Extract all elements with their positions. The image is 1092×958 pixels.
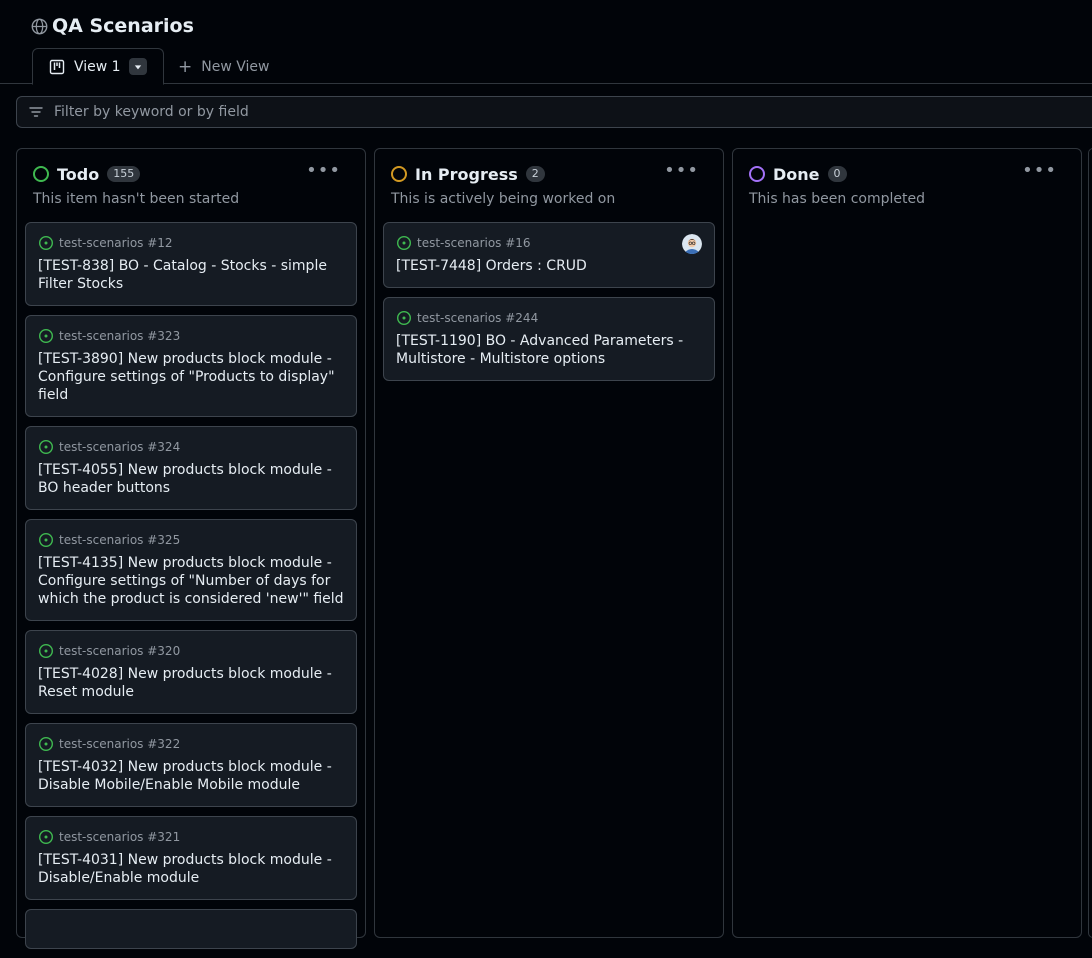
- issue-open-icon: [38, 532, 54, 548]
- card-title[interactable]: [TEST-4135] New products block module - …: [38, 554, 344, 608]
- card-title[interactable]: [TEST-4028] New products block module - …: [38, 665, 344, 701]
- issue-open-icon: [38, 736, 54, 752]
- card-list: test-scenarios #12 [TEST-838] BO - Catal…: [25, 222, 357, 958]
- issue-open-icon: [38, 328, 54, 344]
- issue-card[interactable]: test-scenarios #324 [TEST-4055] New prod…: [25, 426, 357, 510]
- issue-card[interactable]: test-scenarios #320 [TEST-4028] New prod…: [25, 630, 357, 714]
- assignee-avatar[interactable]: [682, 234, 702, 254]
- issue-card[interactable]: [25, 909, 357, 949]
- column-title: In Progress: [415, 164, 518, 184]
- column-menu-button[interactable]: •••: [306, 160, 341, 181]
- card-meta: test-scenarios #324: [59, 440, 181, 454]
- view-options-button[interactable]: [129, 58, 147, 75]
- card-meta: test-scenarios #325: [59, 533, 181, 547]
- card-meta: test-scenarios #244: [417, 311, 539, 325]
- column-header: In Progress 2: [391, 163, 545, 185]
- card-list: test-scenarios #16 [TEST-7448] Orders : …: [383, 222, 715, 390]
- status-circle-icon: [749, 166, 765, 182]
- caret-down-icon: [134, 64, 142, 69]
- column-description: This is actively being worked on: [391, 191, 616, 207]
- column-title: Todo: [57, 164, 100, 184]
- card-title[interactable]: [TEST-4055] New products block module - …: [38, 461, 344, 497]
- column-todo: Todo 155 ••• This item hasn't been start…: [16, 148, 366, 949]
- issue-open-icon: [38, 829, 54, 845]
- issue-card[interactable]: test-scenarios #244 [TEST-1190] BO - Adv…: [383, 297, 715, 381]
- tab-view-1[interactable]: View 1: [32, 48, 164, 85]
- column-done: Done 0 ••• This has been completed: [732, 148, 1082, 938]
- issue-card[interactable]: test-scenarios #12 [TEST-838] BO - Catal…: [25, 222, 357, 306]
- title-row: QA Scenarios: [31, 13, 194, 39]
- card-meta: test-scenarios #16: [417, 236, 531, 250]
- card-title[interactable]: [TEST-4031] New products block module - …: [38, 851, 344, 887]
- column-menu-button[interactable]: •••: [664, 160, 699, 181]
- status-circle-icon: [33, 166, 49, 182]
- card-meta: test-scenarios #323: [59, 329, 181, 343]
- issue-card[interactable]: test-scenarios #322 [TEST-4032] New prod…: [25, 723, 357, 807]
- card-meta: test-scenarios #321: [59, 830, 181, 844]
- card-title[interactable]: [TEST-1190] BO - Advanced Parameters - M…: [396, 332, 702, 368]
- column-in-progress: In Progress 2 ••• This is actively being…: [374, 148, 724, 938]
- card-title[interactable]: [TEST-3890] New products block module - …: [38, 350, 344, 404]
- issue-open-icon: [38, 439, 54, 455]
- board-view-icon: [49, 59, 65, 75]
- column-header: Done 0: [749, 163, 847, 185]
- tab-label: View 1: [74, 58, 121, 75]
- issue-open-icon: [396, 310, 412, 326]
- card-title[interactable]: [TEST-7448] Orders : CRUD: [396, 257, 702, 275]
- card-title[interactable]: [TEST-838] BO - Catalog - Stocks - simpl…: [38, 257, 344, 293]
- new-view-label: New View: [201, 58, 270, 75]
- filter-input[interactable]: Filter by keyword or by field: [16, 96, 1092, 128]
- plus-icon: +: [178, 56, 193, 77]
- filter-placeholder: Filter by keyword or by field: [54, 104, 249, 120]
- issue-open-icon: [38, 643, 54, 659]
- card-meta: test-scenarios #322: [59, 737, 181, 751]
- column-description: This item hasn't been started: [33, 191, 240, 207]
- next-column-edge: [1088, 148, 1092, 938]
- card-meta: test-scenarios #12: [59, 236, 173, 250]
- column-count: 155: [107, 166, 141, 182]
- column-count: 0: [827, 166, 847, 182]
- globe-icon: [31, 18, 48, 35]
- new-view-button[interactable]: + New View: [178, 48, 269, 85]
- card-title[interactable]: [TEST-4032] New products block module - …: [38, 758, 344, 794]
- column-count: 2: [525, 166, 545, 182]
- column-title: Done: [773, 164, 820, 184]
- card-meta: test-scenarios #320: [59, 644, 181, 658]
- issue-card[interactable]: test-scenarios #323 [TEST-3890] New prod…: [25, 315, 357, 417]
- column-header: Todo 155: [33, 163, 141, 185]
- column-menu-button[interactable]: •••: [1022, 160, 1057, 181]
- issue-card[interactable]: test-scenarios #325 [TEST-4135] New prod…: [25, 519, 357, 621]
- status-circle-icon: [391, 166, 407, 182]
- issue-card[interactable]: test-scenarios #321 [TEST-4031] New prod…: [25, 816, 357, 900]
- issue-card[interactable]: test-scenarios #16 [TEST-7448] Orders : …: [383, 222, 715, 288]
- project-header: QA Scenarios View 1 + New View: [0, 0, 1092, 85]
- column-description: This has been completed: [749, 191, 925, 207]
- page-title: QA Scenarios: [52, 15, 194, 37]
- filter-icon: [28, 104, 44, 120]
- issue-open-icon: [38, 235, 54, 251]
- issue-open-icon: [396, 235, 412, 251]
